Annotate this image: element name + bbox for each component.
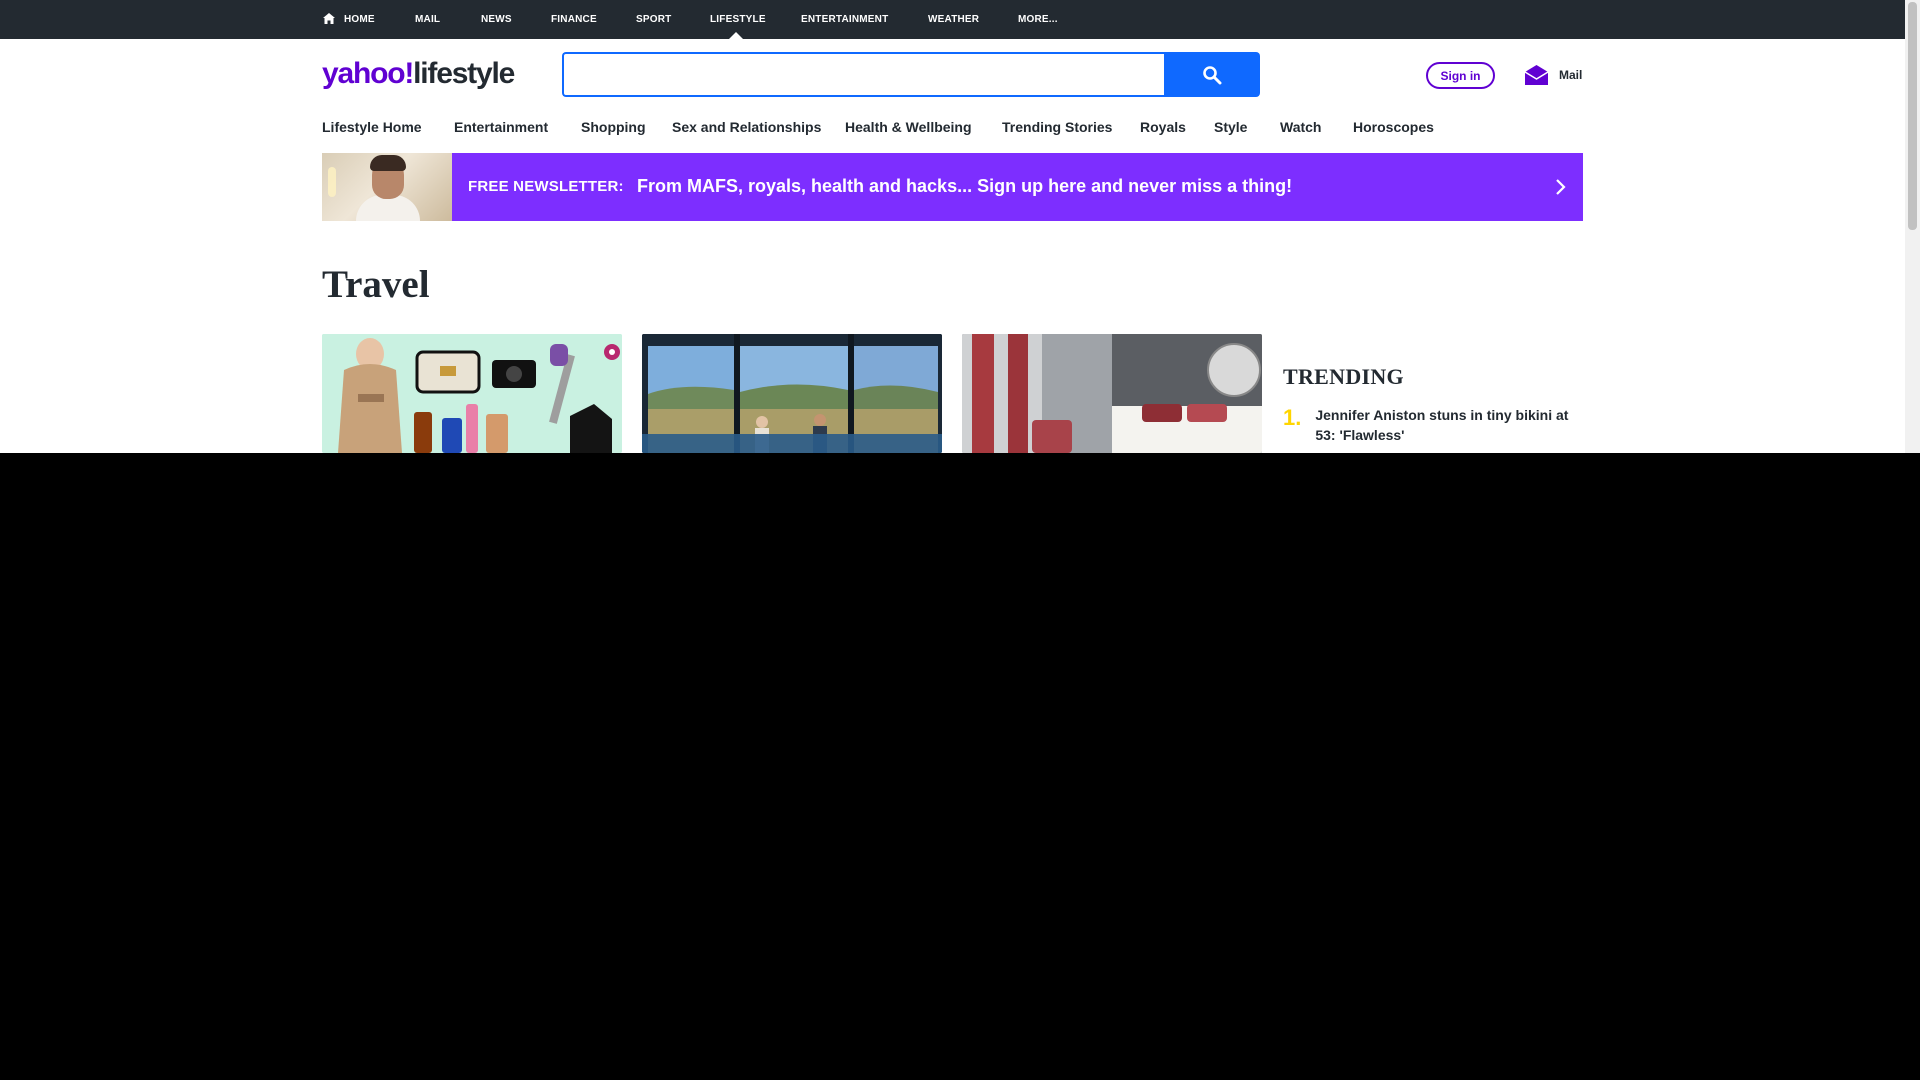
- topnav-finance[interactable]: FINANCE: [551, 14, 597, 25]
- browser-viewport: HOME MAIL NEWS FINANCE SPORT LIFESTYLE E…: [0, 0, 1920, 453]
- article-card-image[interactable]: [642, 334, 942, 453]
- secnav-horoscopes[interactable]: Horoscopes: [1353, 119, 1434, 137]
- topnav-home[interactable]: HOME: [344, 14, 375, 25]
- search-box: [562, 52, 1166, 97]
- article-card-image[interactable]: [322, 334, 622, 453]
- mail-icon: [1524, 65, 1549, 85]
- chevron-right-icon: [1556, 179, 1566, 195]
- secnav-royals[interactable]: Royals: [1140, 119, 1186, 137]
- article-card-image[interactable]: [962, 334, 1262, 453]
- scrollbar-thumb[interactable]: [1908, 2, 1917, 230]
- newsletter-thumbnail: [322, 153, 452, 221]
- search-input[interactable]: [574, 62, 1154, 88]
- search-button[interactable]: [1164, 52, 1260, 97]
- top-utility-bar: HOME MAIL NEWS FINANCE SPORT LIFESTYLE E…: [0, 0, 1905, 39]
- topnav-news[interactable]: NEWS: [481, 14, 512, 25]
- secnav-watch[interactable]: Watch: [1280, 119, 1321, 137]
- active-tab-caret: [729, 32, 743, 39]
- secnav-shopping[interactable]: Shopping: [581, 119, 646, 137]
- topnav-weather[interactable]: WEATHER: [928, 14, 979, 25]
- search-icon: [1203, 65, 1222, 84]
- secnav-style[interactable]: Style: [1214, 119, 1247, 137]
- newsletter-banner[interactable]: FREE NEWSLETTER: From MAFS, royals, heal…: [322, 153, 1583, 221]
- vineyard-dining-image: [642, 334, 942, 453]
- newsletter-tag: FREE NEWSLETTER:: [468, 178, 624, 195]
- page-title: Travel: [322, 263, 430, 306]
- hotel-room-image: [962, 334, 1262, 453]
- topnav-entertainment[interactable]: ENTERTAINMENT: [801, 14, 888, 25]
- topnav-mail[interactable]: MAIL: [415, 14, 440, 25]
- trending-item[interactable]: 1. Jennifer Aniston stuns in tiny bikini…: [1283, 405, 1583, 445]
- trending-title: TRENDING: [1283, 364, 1404, 389]
- secnav-sex-and-relationships[interactable]: Sex and Relationships: [672, 119, 821, 137]
- logo-slash: !: [404, 57, 414, 90]
- mail-label: Mail: [1559, 68, 1583, 82]
- vertical-scrollbar[interactable]: [1905, 0, 1920, 453]
- trending-headline: Jennifer Aniston stuns in tiny bikini at…: [1315, 407, 1569, 443]
- topnav-more[interactable]: MORE...: [1018, 14, 1058, 25]
- logo-brand: yahoo: [322, 57, 406, 90]
- logo-section: lifestyle: [413, 57, 515, 90]
- topnav-sport[interactable]: SPORT: [636, 14, 671, 25]
- trending-rank: 1.: [1283, 405, 1302, 430]
- secnav-entertainment[interactable]: Entertainment: [454, 119, 548, 137]
- shopping-products-image: [322, 334, 622, 453]
- secnav-trending-stories[interactable]: Trending Stories: [1002, 119, 1112, 137]
- secnav-health-wellbeing[interactable]: Health & Wellbeing: [845, 119, 972, 137]
- home-icon: [323, 13, 335, 24]
- yahoo-lifestyle-logo[interactable]: yahoo!lifestyle: [322, 57, 515, 91]
- sign-in-button[interactable]: Sign in: [1426, 62, 1495, 89]
- newsletter-message: From MAFS, royals, health and hacks... S…: [637, 176, 1293, 196]
- mail-link[interactable]: Mail: [1524, 62, 1582, 88]
- topnav-lifestyle[interactable]: LIFESTYLE: [710, 14, 766, 25]
- secnav-lifestyle-home[interactable]: Lifestyle Home: [322, 119, 422, 137]
